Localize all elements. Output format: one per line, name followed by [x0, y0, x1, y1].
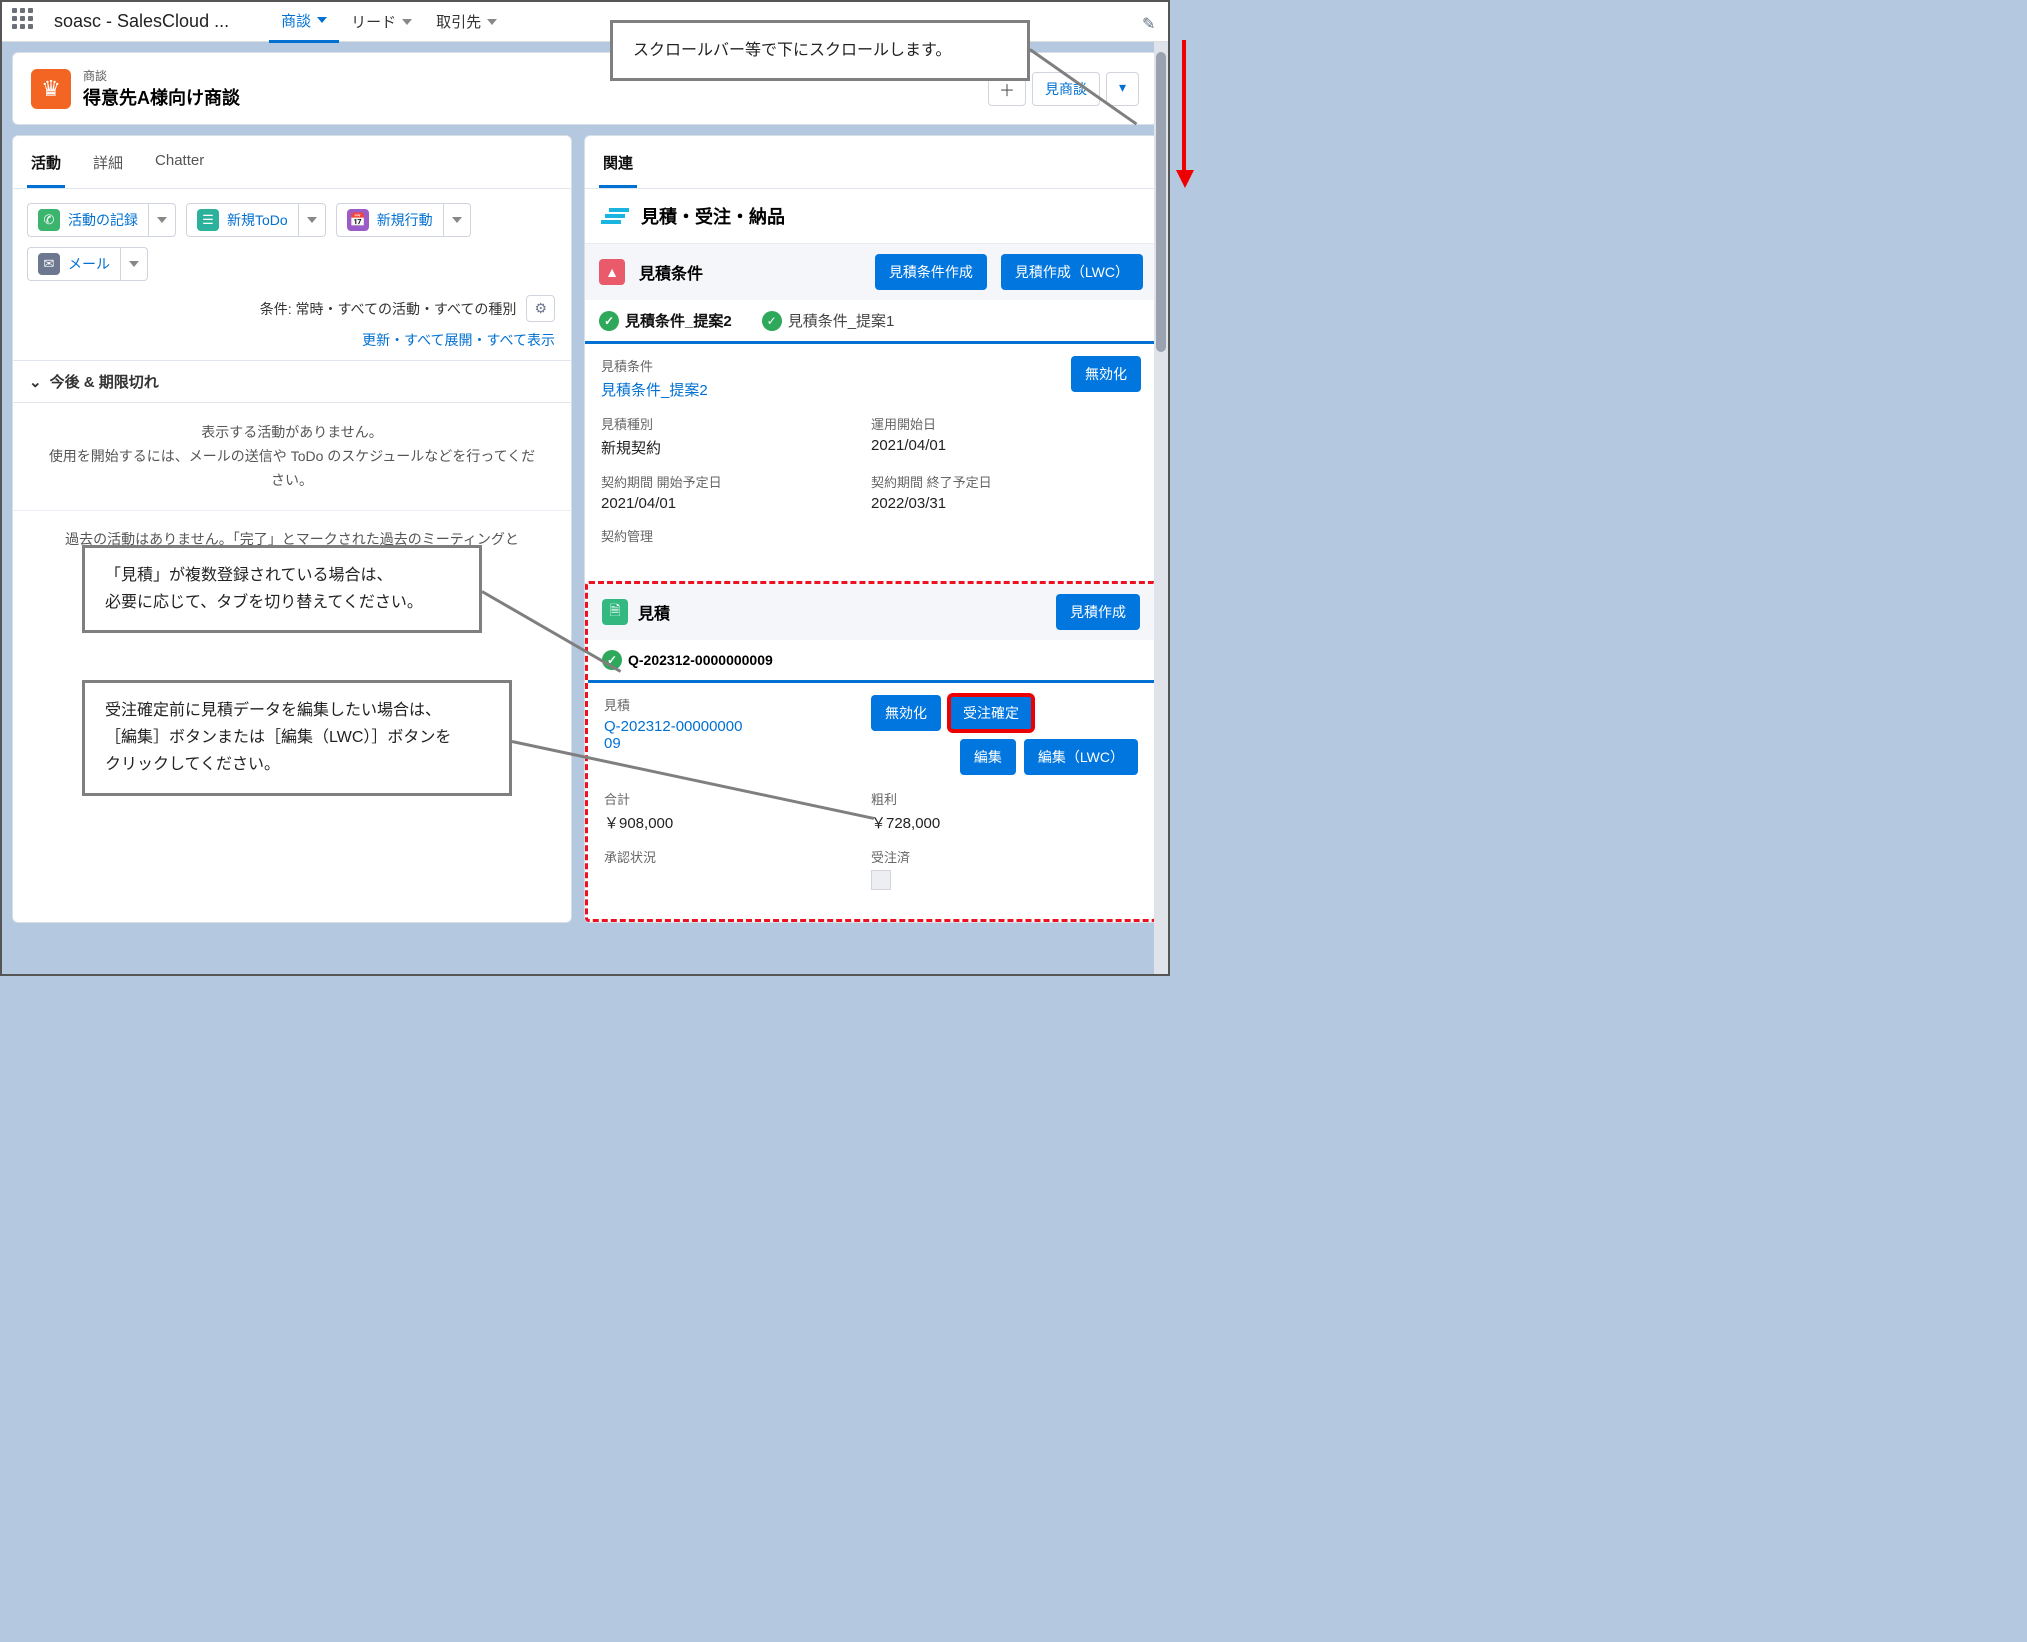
cend-label: 契約期間 終了予定日 — [871, 472, 1141, 491]
document-icon: 🗎 — [602, 599, 628, 625]
edit-lwc-button[interactable]: 編集（LWC） — [1024, 739, 1138, 775]
quote-tab[interactable]: ✓Q-202312-0000000009 — [588, 640, 1154, 683]
profit-value: ￥728,000 — [871, 812, 1138, 833]
total-label: 合計 — [604, 789, 871, 808]
mail-icon: ✉ — [38, 253, 60, 275]
phone-icon: ✆ — [38, 209, 60, 231]
cond-link[interactable]: 見積条件_提案2 — [601, 379, 871, 400]
header-action-dropdown[interactable]: ▾ — [1106, 72, 1139, 106]
cstart-label: 契約期間 開始予定日 — [601, 472, 871, 491]
new-event-dropdown[interactable] — [444, 203, 471, 237]
log-call-dropdown[interactable] — [149, 203, 176, 237]
profit-label: 粗利 — [871, 789, 1138, 808]
tab-activity[interactable]: 活動 — [27, 140, 65, 188]
cend-value: 2022/03/31 — [871, 495, 1141, 512]
callout-tabs: 「見積」が複数登録されている場合は、 必要に応じて、タブを切り替えてください。 — [82, 545, 482, 633]
nav-tab-account[interactable]: 取引先 — [424, 2, 509, 41]
estimate-condition-title: 見積条件 — [639, 260, 703, 284]
check-icon: ✓ — [599, 311, 619, 331]
quote-link[interactable]: Q-202312-0000000009 — [604, 718, 744, 752]
cstart-value: 2021/04/01 — [601, 495, 871, 512]
scrollbar-thumb[interactable] — [1156, 52, 1166, 352]
no-activity-text: 表示する活動がありません。 使用を開始するには、メールの送信や ToDo のスケ… — [13, 403, 571, 511]
scroll-arrow-icon — [1176, 40, 1194, 188]
new-todo-button[interactable]: ☰新規ToDo — [186, 203, 299, 237]
record-title: 得意先A様向け商談 — [83, 84, 240, 110]
quote-title: 見積 — [638, 600, 670, 624]
estimate-lines-icon — [601, 207, 629, 225]
cond-label: 見積条件 — [601, 356, 871, 375]
create-quote-button[interactable]: 見積作成 — [1056, 594, 1140, 630]
type-label: 見積種別 — [601, 414, 871, 433]
related-section-title: 見積・受注・納品 — [585, 189, 1157, 244]
quote-disable-button[interactable]: 無効化 — [871, 695, 941, 731]
tab-chatter[interactable]: Chatter — [151, 140, 208, 188]
calendar-icon: 📅 — [347, 209, 369, 231]
tab-detail[interactable]: 詳細 — [89, 140, 127, 188]
nav-tab-opportunity[interactable]: 商談 — [269, 1, 339, 43]
callout-edit: 受注確定前に見積データを編集したい場合は、 ［編集］ボタンまたは［編集（LWC）… — [82, 680, 512, 796]
check-icon: ✓ — [762, 311, 782, 331]
mail-button[interactable]: ✉メール — [27, 247, 121, 281]
app-launcher-icon[interactable] — [12, 8, 40, 36]
chevron-down-icon — [487, 19, 497, 25]
refresh-links[interactable]: 更新・すべて展開・すべて表示 — [13, 330, 571, 360]
upcoming-header[interactable]: ⌄今後 & 期限切れ — [13, 360, 571, 403]
chevron-down-icon: ⌄ — [29, 373, 42, 391]
tab-related[interactable]: 関連 — [599, 140, 637, 188]
startdate-label: 運用開始日 — [871, 414, 1141, 433]
contract-mgmt-label: 契約管理 — [601, 526, 1141, 545]
log-call-button[interactable]: ✆活動の記録 — [27, 203, 149, 237]
ordered-label: 受注済 — [871, 847, 1138, 866]
confirm-order-button[interactable]: 受注確定 — [949, 695, 1033, 731]
new-todo-dropdown[interactable] — [299, 203, 326, 237]
activity-panel: 活動 詳細 Chatter ✆活動の記録 ☰新規ToDo 📅新規行動 ✉メール … — [12, 135, 572, 923]
mail-dropdown[interactable] — [121, 247, 148, 281]
callout-scroll: スクロールバー等で下にスクロールします。 — [610, 20, 1030, 81]
proposal-tab-1[interactable]: ✓見積条件_提案2 — [599, 310, 732, 331]
startdate-value: 2021/04/01 — [871, 437, 1141, 454]
app-name: soasc - SalesCloud ... — [54, 11, 229, 32]
task-icon: ☰ — [197, 209, 219, 231]
pencil-icon[interactable]: ✎ — [1142, 14, 1158, 30]
chevron-down-icon — [402, 19, 412, 25]
total-value: ￥908,000 — [604, 812, 871, 833]
ordered-checkbox[interactable] — [871, 870, 891, 890]
quote-label: 見積 — [604, 695, 871, 714]
create-quote-lwc-button[interactable]: 見積作成（LWC） — [1001, 254, 1143, 290]
chevron-down-icon — [317, 17, 327, 23]
nav-tab-lead[interactable]: リード — [339, 2, 424, 41]
quote-section: 🗎 見積 見積作成 ✓Q-202312-0000000009 見積 Q-2023… — [585, 581, 1157, 922]
approval-label: 承認状況 — [604, 847, 871, 866]
estimate-condition-icon: ▲ — [599, 259, 625, 285]
proposal-tab-2[interactable]: ✓見積条件_提案1 — [762, 310, 895, 331]
related-panel: 関連 見積・受注・納品 ▲ 見積条件 見積条件作成 見積作成（LWC） ✓見積条… — [584, 135, 1158, 923]
filter-label: 条件: 常時・すべての活動・すべての種別 — [260, 299, 517, 319]
type-value: 新規契約 — [601, 437, 871, 458]
record-type: 商談 — [83, 67, 240, 84]
gear-icon[interactable]: ⚙ — [526, 295, 555, 322]
edit-button[interactable]: 編集 — [960, 739, 1016, 775]
disable-button[interactable]: 無効化 — [1071, 356, 1141, 392]
opportunity-icon: ♛ — [31, 69, 71, 109]
create-condition-button[interactable]: 見積条件作成 — [875, 254, 987, 290]
new-event-button[interactable]: 📅新規行動 — [336, 203, 444, 237]
